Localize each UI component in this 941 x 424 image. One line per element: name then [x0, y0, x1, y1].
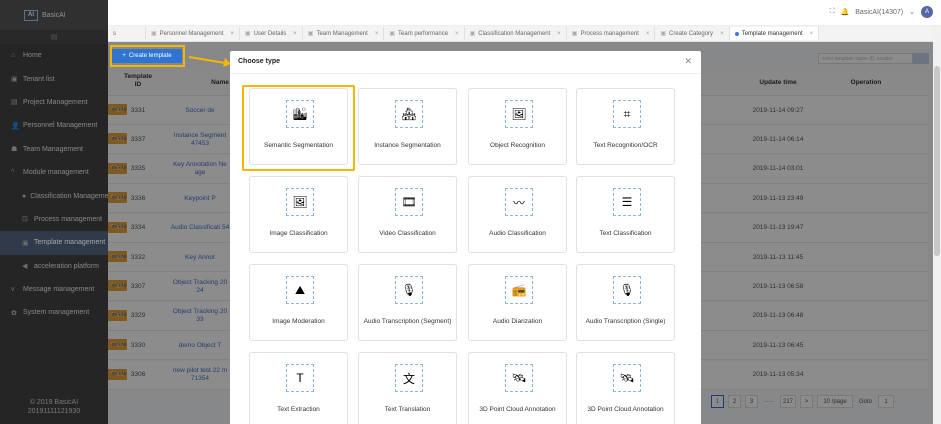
type-icon: 文	[395, 364, 423, 392]
tab-page-icon: ▣	[571, 31, 578, 37]
type-card-text-extraction[interactable]: T Text Extraction	[249, 352, 348, 424]
tab-close-icon[interactable]: ×	[293, 31, 297, 37]
type-label: Text Extraction	[277, 406, 320, 413]
type-label: Audio Transcription (Segment)	[363, 318, 452, 325]
active-dot-icon	[734, 31, 739, 36]
type-label: Audio Transcription (Single)	[585, 318, 666, 325]
tab-close-icon[interactable]: ×	[557, 31, 561, 37]
type-label: Audio Diarization	[492, 318, 543, 325]
type-icon: 🏘	[395, 100, 423, 128]
type-icon: ☰	[613, 188, 641, 216]
tab-bar: s ▣ Personnel Management × ▣ User Details × ▣ Te…	[108, 26, 941, 42]
type-icon: 🛰	[505, 364, 533, 392]
tab-process-management[interactable]: ▣ Process management ×	[567, 27, 656, 40]
tab-label: User Details	[253, 30, 287, 37]
scrollbar-thumb[interactable]	[934, 66, 940, 256]
type-card-image-classification[interactable]: 🖼 Image Classification	[249, 176, 348, 253]
tab-page-icon: ▣	[244, 31, 251, 37]
type-icon: 🎞	[395, 188, 423, 216]
tab-classification-management[interactable]: ▣ Classification Management ×	[465, 27, 567, 40]
type-card-video-classification[interactable]: 🎞 Video Classification	[358, 176, 457, 253]
type-label: Text Recognition/OCR	[593, 142, 658, 149]
tab-page-icon: ▣	[151, 31, 157, 37]
type-icon: 🖼	[286, 188, 314, 216]
tab-template-management[interactable]: Template management ×	[729, 27, 820, 40]
type-label: Image Classification	[269, 230, 328, 237]
fullscreen-icon[interactable]: ⛶	[830, 8, 835, 16]
type-card-text-translation[interactable]: 文 Text Translation	[358, 352, 457, 424]
tab-page-icon: ▣	[307, 31, 314, 37]
type-icon: 📻	[505, 276, 533, 304]
type-card-audio-diarization[interactable]: 📻 Audio Diarization	[468, 264, 567, 341]
type-label: Image Moderation	[272, 318, 325, 325]
tab-close-icon[interactable]: ×	[230, 31, 234, 37]
user-name[interactable]: BasicAI(14307)	[855, 9, 903, 16]
type-label: Audio Classification	[489, 230, 546, 237]
type-card-text-recognition-ocr[interactable]: ⌗ Text Recognition/OCR	[576, 88, 675, 165]
tab-team-management[interactable]: ▣ Team Management ×	[303, 27, 385, 40]
type-icon: 〰	[505, 188, 533, 216]
create-button-highlight	[110, 45, 185, 67]
close-icon[interactable]: ✕	[684, 56, 692, 67]
modal-title: Choose type	[238, 58, 281, 65]
bell-icon[interactable]: 🔔	[841, 8, 850, 16]
tab-close-icon[interactable]: ×	[646, 31, 650, 37]
type-icon: T	[286, 364, 314, 392]
type-label: Text Classification	[599, 230, 652, 237]
sidebar-mask	[0, 0, 108, 424]
type-label: 3D Point Cloud Annotation	[479, 406, 556, 413]
tab-team-performance[interactable]: ▣ Team performance ×	[384, 27, 465, 40]
pointer-arrow-icon	[188, 56, 231, 67]
type-label: Instance Segmentation	[374, 142, 441, 149]
type-card-object-recognition[interactable]: 🖼 Object Recognition	[468, 88, 567, 165]
tab-create-category[interactable]: ▣ Create Category ×	[655, 27, 730, 40]
type-label: Object Recognition	[490, 142, 545, 149]
modal-divider	[230, 73, 701, 74]
type-icon: 🖼	[505, 100, 533, 128]
type-card-audio-transcription-segment-[interactable]: 🎙 Audio Transcription (Segment)	[358, 264, 457, 341]
semantic-segmentation-highlight	[242, 85, 355, 171]
type-label: 3D Point Cloud Annotation	[587, 406, 664, 413]
tab-label: Create Category	[669, 30, 714, 37]
type-icon: 🎙	[395, 276, 423, 304]
tab-overflow[interactable]: s	[108, 27, 146, 40]
top-header: ⛶ 🔔 BasicAI(14307) ⌄ A	[108, 0, 941, 26]
app-root: { "brand": {"logo_text": "AI", "name": "…	[0, 0, 941, 424]
type-card-audio-transcription-single-[interactable]: 🎙 Audio Transcription (Single)	[576, 264, 675, 341]
tab-label: Process management	[580, 30, 639, 37]
tab-label: Team performance	[398, 30, 449, 37]
type-label: Video Classification	[379, 230, 436, 237]
type-card-3d-point-cloud-annotation[interactable]: 🛰 3D Point Cloud Annotation	[576, 352, 675, 424]
tab-personnel-management[interactable]: ▣ Personnel Management ×	[146, 27, 240, 40]
type-card-instance-segmentation[interactable]: 🏘 Instance Segmentation	[358, 88, 457, 165]
avatar[interactable]: A	[921, 6, 933, 18]
tab-page-icon: ▣	[469, 31, 476, 37]
type-card-3d-point-cloud-annotation[interactable]: 🛰 3D Point Cloud Annotation	[468, 352, 567, 424]
type-label: Text Translation	[384, 406, 431, 413]
tab-label: Personnel Management	[159, 30, 224, 37]
type-icon: 🎙	[613, 276, 641, 304]
type-card-text-classification[interactable]: ☰ Text Classification	[576, 176, 675, 253]
tab-page-icon: ▣	[660, 31, 667, 37]
tab-label: Template management	[741, 30, 803, 37]
page-scrollbar[interactable]	[933, 26, 941, 424]
tab-close-icon[interactable]: ×	[810, 31, 814, 37]
type-icon: 🛰	[613, 364, 641, 392]
tab-close-icon[interactable]: ×	[375, 31, 379, 37]
tab-label: Classification Management	[478, 30, 551, 37]
tab-close-icon[interactable]: ×	[720, 31, 724, 37]
chevron-down-icon[interactable]: ⌄	[909, 8, 915, 16]
tab-user-details[interactable]: ▣ User Details ×	[240, 27, 303, 40]
type-card-image-moderation[interactable]: ⛰ Image Moderation	[249, 264, 348, 341]
tab-close-icon[interactable]: ×	[455, 31, 459, 37]
tab-label: Team Management	[316, 30, 368, 37]
type-icon: ⌗	[613, 100, 641, 128]
type-icon: ⛰	[286, 276, 314, 304]
tab-page-icon: ▣	[389, 31, 396, 37]
type-card-audio-classification[interactable]: 〰 Audio Classification	[468, 176, 567, 253]
